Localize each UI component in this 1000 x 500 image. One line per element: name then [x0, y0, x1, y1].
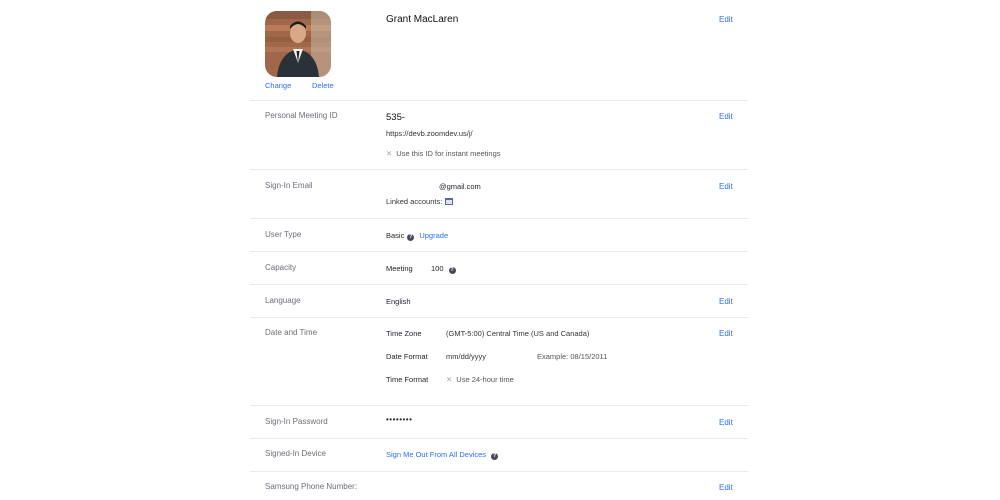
pmi-label: Personal Meeting ID	[265, 111, 338, 120]
date-format-value: mm/dd/yyyy	[446, 352, 487, 361]
phone-label: Samsung Phone Number:	[265, 482, 358, 491]
language-label: Language	[265, 296, 301, 305]
user-type-value: Basic? Upgrade	[386, 231, 448, 241]
profile-photo	[265, 11, 331, 77]
email-value: @gmail.com	[439, 182, 481, 191]
edit-language-link[interactable]: Edit	[719, 297, 733, 306]
time-format-label: Time Format	[386, 375, 429, 384]
divider	[250, 169, 748, 170]
language-value: English	[386, 297, 411, 306]
edit-email-link[interactable]: Edit	[719, 182, 733, 191]
x-icon: ✕	[446, 375, 453, 384]
upgrade-link[interactable]: Upgrade	[419, 231, 448, 240]
pmi-instant-option: ✕ Use this ID for instant meetings	[386, 149, 501, 158]
edit-phone-link[interactable]: Edit	[719, 483, 733, 492]
datetime-label: Date and Time	[265, 328, 318, 337]
help-icon[interactable]: ?	[491, 453, 499, 460]
calendar-icon	[445, 198, 454, 205]
user-type-label: User Type	[265, 230, 302, 239]
linked-accounts-label: Linked accounts:	[386, 197, 443, 206]
delete-photo-link[interactable]: Delete	[312, 81, 334, 90]
divider	[250, 317, 748, 318]
capacity-number: 100	[431, 264, 444, 273]
user-name: Grant MacLaren	[386, 14, 459, 25]
timezone-value: (GMT-5:00) Central Time (US and Canada)	[446, 329, 590, 338]
timezone-label: Time Zone	[386, 329, 422, 338]
pmi-instant-label: Use this ID for instant meetings	[396, 149, 501, 158]
user-type-text: Basic	[386, 231, 405, 240]
password-value: ••••••••	[386, 415, 413, 424]
help-icon[interactable]: ?	[407, 234, 415, 241]
signout-all: Sign Me Out From All Devices?	[386, 450, 499, 460]
divider	[250, 284, 748, 285]
devices-label: Signed-In Device	[265, 449, 326, 458]
signout-all-link[interactable]: Sign Me Out From All Devices	[386, 450, 486, 459]
password-label: Sign-In Password	[265, 417, 328, 426]
divider	[250, 218, 748, 219]
avatar	[265, 11, 331, 77]
time-format-value: Use 24-hour time	[456, 375, 514, 384]
linked-accounts: Linked accounts:	[386, 197, 454, 206]
change-photo-link[interactable]: Change	[265, 81, 291, 90]
capacity-meeting-label: Meeting	[386, 264, 413, 273]
divider	[250, 438, 748, 439]
pmi-url: https://devb.zoomdev.us/j/	[386, 129, 473, 138]
email-label: Sign-In Email	[265, 181, 313, 190]
help-icon[interactable]: ?	[448, 267, 456, 274]
date-format-example: Example: 08/15/2011	[537, 352, 608, 361]
divider	[250, 405, 748, 406]
pmi-value: 535-	[386, 112, 406, 123]
divider	[250, 471, 748, 472]
profile-page: Change Delete Grant MacLaren Edit Person…	[0, 0, 1000, 500]
capacity-label: Capacity	[265, 263, 297, 272]
capacity-meeting-value: 100?	[431, 264, 456, 274]
x-icon: ✕	[386, 149, 393, 158]
edit-datetime-link[interactable]: Edit	[719, 329, 733, 338]
date-format-label: Date Format	[386, 352, 428, 361]
divider	[250, 251, 748, 252]
edit-pmi-link[interactable]: Edit	[719, 112, 733, 121]
divider	[250, 100, 748, 101]
edit-name-link[interactable]: Edit	[719, 15, 733, 24]
time-format-option: ✕ Use 24-hour time	[446, 375, 514, 384]
edit-password-link[interactable]: Edit	[719, 418, 733, 427]
